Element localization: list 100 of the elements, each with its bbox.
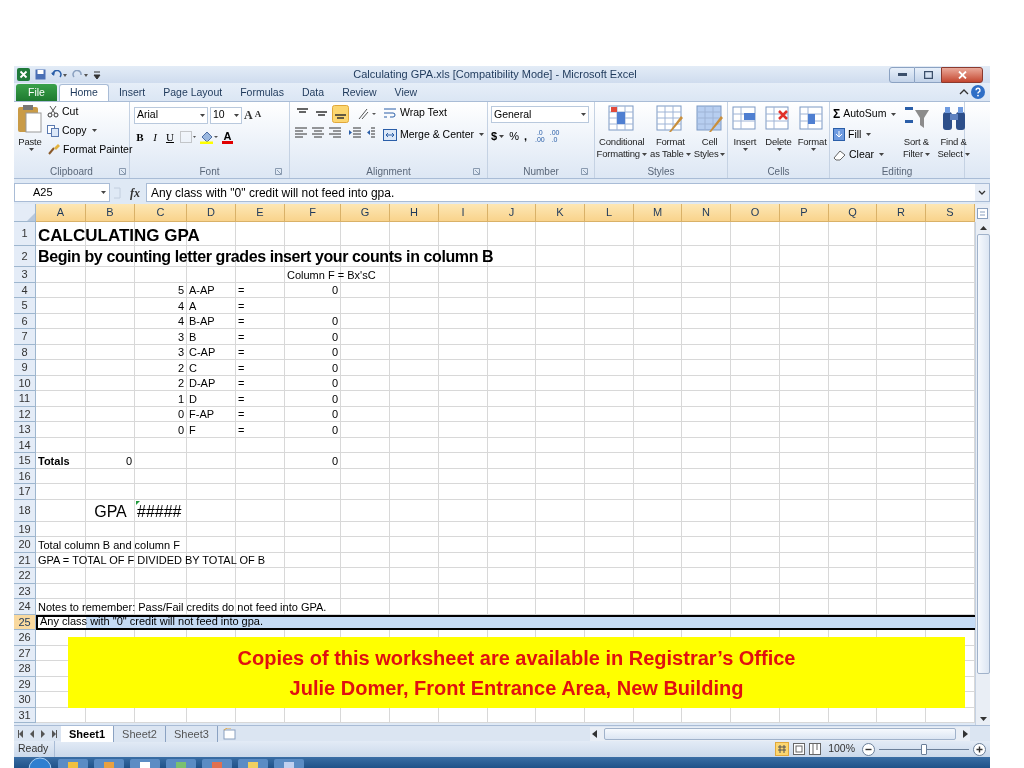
indent-icon[interactable] — [349, 127, 375, 139]
insert-function-button[interactable]: fx — [124, 183, 146, 202]
scroll-left-icon[interactable] — [590, 728, 600, 739]
ribbon-tab[interactable]: Insert — [110, 84, 154, 101]
ribbon-tab[interactable]: Review — [334, 84, 385, 101]
column-header[interactable]: L — [585, 204, 634, 222]
find-select-button[interactable]: Find & Select — [936, 102, 971, 163]
row-header[interactable]: 30 — [14, 692, 36, 708]
horizontal-align-icon[interactable] — [294, 127, 308, 139]
collapse-ribbon-icon[interactable] — [959, 88, 969, 96]
sheet-tab[interactable]: Sheet3 — [165, 725, 218, 742]
row-header[interactable]: 28 — [14, 661, 36, 677]
row-header[interactable]: 13 — [14, 422, 36, 438]
comma-button[interactable]: , — [523, 128, 527, 145]
row-header[interactable]: 15 — [14, 453, 36, 469]
split-handle-icon[interactable] — [977, 207, 988, 219]
paste-button[interactable]: Paste — [16, 102, 44, 158]
column-header[interactable]: I — [439, 204, 488, 222]
zoom-slider-thumb[interactable] — [921, 743, 927, 755]
ribbon-tab[interactable]: Formulas — [232, 84, 292, 101]
clear-button[interactable]: Clear — [833, 146, 897, 163]
scroll-thumb[interactable] — [976, 234, 990, 674]
style-button[interactable]: Cell Styles — [692, 102, 727, 160]
column-header[interactable]: Q — [829, 204, 877, 222]
row-header[interactable]: 7 — [14, 329, 36, 345]
taskbar-app-icon[interactable] — [130, 759, 160, 768]
taskbar-app-icon[interactable] — [274, 759, 304, 768]
fill-color-icon[interactable] — [200, 130, 218, 144]
scroll-right-icon[interactable] — [960, 728, 970, 739]
column-header[interactable]: A — [36, 204, 86, 222]
column-header[interactable]: H — [390, 204, 439, 222]
cells-button[interactable]: Delete — [762, 102, 795, 151]
expand-icon[interactable] — [975, 184, 989, 201]
row-header[interactable]: 18 — [14, 499, 36, 522]
style-button[interactable]: Format as Table — [649, 102, 692, 160]
currency-button[interactable]: $ — [491, 128, 505, 145]
autosum-button[interactable]: Σ AutoSum — [833, 105, 897, 123]
vertical-align-icon[interactable] — [332, 105, 349, 123]
style-button[interactable]: Conditional Formatting — [595, 102, 648, 160]
minimize-button[interactable] — [889, 66, 915, 83]
ribbon-tab[interactable]: View — [386, 84, 426, 101]
sheet-tab[interactable]: Sheet1 — [61, 725, 115, 742]
cells-button[interactable]: Format — [796, 102, 829, 151]
next-sheet-icon[interactable] — [40, 729, 46, 738]
sort-filter-button[interactable]: Sort & Filter — [900, 102, 933, 163]
start-orb-icon[interactable] — [28, 757, 52, 768]
column-header[interactable]: O — [731, 204, 780, 222]
grow-font-button[interactable]: A — [244, 106, 253, 124]
save-icon[interactable] — [35, 69, 46, 80]
column-header[interactable]: C — [135, 204, 187, 222]
column-header[interactable]: B — [86, 204, 135, 222]
redo-icon[interactable] — [72, 69, 88, 80]
excel-logo-icon[interactable] — [17, 68, 30, 81]
row-header[interactable]: 24 — [14, 599, 36, 615]
page-layout-view-icon[interactable] — [793, 743, 806, 755]
first-sheet-icon[interactable] — [18, 729, 24, 738]
page-break-view-icon[interactable] — [809, 743, 822, 755]
cut-button[interactable]: Cut — [47, 104, 133, 120]
formula-field[interactable]: Any class with "0" credit will not feed into gpa. — [146, 183, 990, 202]
row-header[interactable]: 3 — [14, 267, 36, 283]
close-button[interactable] — [941, 66, 983, 83]
name-box[interactable]: A25 — [14, 183, 110, 202]
ribbon-tab[interactable]: File — [16, 84, 57, 101]
row-header[interactable]: 20 — [14, 537, 36, 553]
zoom-out-icon[interactable] — [862, 742, 875, 756]
column-header[interactable]: R — [877, 204, 926, 222]
copy-button[interactable]: Copy — [47, 122, 133, 139]
row-header[interactable]: 22 — [14, 568, 36, 584]
horizontal-align-icon[interactable] — [328, 127, 342, 139]
row-header[interactable]: 1 — [14, 222, 36, 246]
row-header[interactable]: 2 — [14, 246, 36, 267]
font-name-field[interactable]: Arial — [134, 106, 208, 124]
row-header[interactable]: 26 — [14, 630, 36, 646]
taskbar-app-icon[interactable] — [238, 759, 268, 768]
sheet-tab[interactable]: Sheet2 — [114, 725, 166, 742]
last-sheet-icon[interactable] — [51, 729, 57, 738]
column-header[interactable]: N — [682, 204, 731, 222]
column-header[interactable]: E — [236, 204, 285, 222]
number-format-field[interactable]: General — [491, 106, 589, 123]
ribbon-tab[interactable]: Home — [58, 84, 109, 101]
column-header[interactable]: J — [488, 204, 536, 222]
maximize-button[interactable] — [915, 66, 941, 83]
row-header[interactable]: 9 — [14, 360, 36, 376]
horizontal-scrollbar[interactable] — [590, 726, 970, 741]
horizontal-align-icon[interactable] — [311, 127, 325, 139]
ribbon-tab[interactable]: Data — [293, 84, 333, 101]
format-painter-button[interactable]: Format Painter — [47, 141, 133, 158]
italic-button[interactable]: I — [150, 129, 160, 146]
customize-icon[interactable] — [93, 69, 101, 80]
fill-button[interactable]: Fill — [833, 127, 897, 143]
percent-button[interactable]: % — [509, 128, 519, 145]
help-icon[interactable] — [971, 85, 985, 99]
normal-view-icon[interactable] — [775, 742, 790, 756]
undo-icon[interactable] — [51, 69, 67, 80]
column-header[interactable]: M — [634, 204, 682, 222]
ribbon-tab[interactable]: Page Layout — [155, 84, 231, 101]
column-header[interactable]: D — [187, 204, 236, 222]
bold-button[interactable]: B — [134, 129, 146, 146]
row-header[interactable]: 17 — [14, 484, 36, 500]
column-header[interactable]: P — [780, 204, 829, 222]
